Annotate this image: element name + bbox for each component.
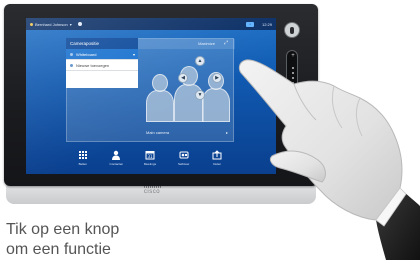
bottom-dock: Bellen Contacten 31 Meetings Selfview De…	[66, 146, 234, 170]
keypad-icon	[78, 150, 88, 160]
chevron-down-icon[interactable]: ▾	[70, 22, 72, 27]
dock-item-meetings[interactable]: 31 Meetings	[138, 150, 162, 166]
camera-icon	[179, 150, 189, 160]
dock-item-call[interactable]: Bellen	[71, 150, 95, 166]
person-silhouette	[152, 74, 168, 92]
status-bar: Bernhard Johnson ▾ ▪ 12:29	[26, 18, 276, 30]
contacts-icon	[111, 150, 121, 160]
pan-left-button[interactable]: ◀	[178, 73, 188, 83]
person-silhouette	[202, 88, 230, 122]
svg-text:31: 31	[147, 154, 153, 159]
camera-preview-people	[144, 54, 230, 124]
menu-item-whiteboard[interactable]: Whiteboard ▾	[66, 49, 138, 60]
person-silhouette	[146, 90, 174, 122]
dock-item-selfview[interactable]: Selfview	[172, 150, 196, 166]
illustration: cisco Bernhard Johnson ▾ ▪ 12:29 Selfvie…	[0, 0, 420, 260]
camera-source-label[interactable]: Main camera	[146, 130, 169, 135]
clock: 12:29	[261, 21, 272, 27]
dock-item-share[interactable]: Delen	[205, 150, 229, 166]
chevron-right-icon[interactable]: ▸	[226, 130, 228, 135]
cisco-logo: cisco	[143, 189, 161, 195]
pointing-hand-image	[238, 59, 420, 260]
menu-item-label: Nieuwe toevoegen	[76, 63, 110, 68]
share-icon	[212, 150, 222, 160]
add-icon	[70, 64, 73, 67]
mute-microphone-button[interactable]	[284, 22, 300, 38]
caption: Tik op een knop om een functie	[6, 220, 119, 260]
microphone-icon	[290, 26, 294, 34]
chevron-down-icon[interactable]: ▾	[133, 49, 135, 60]
call-status-icon[interactable]: ▪	[245, 21, 254, 27]
caption-line: Tik op een knop	[6, 221, 120, 238]
dock-label: Delen	[213, 162, 222, 166]
caption-line: om een functie	[6, 241, 111, 258]
pan-up-button[interactable]: ▲	[195, 56, 205, 66]
menu-item-label: Whiteboard	[76, 52, 97, 57]
user-name[interactable]: Bernhard Johnson	[35, 22, 68, 27]
camera-position-menu: Camerapositie Whiteboard ▾ Nieuwe toevoe…	[66, 38, 138, 88]
expand-icon[interactable]: ⤢	[224, 41, 229, 46]
menu-item-add-new[interactable]: Nieuwe toevoegen	[66, 60, 138, 71]
dock-label: Meetings	[143, 162, 157, 166]
do-not-disturb-icon[interactable]	[77, 22, 82, 26]
menu-header: Camerapositie	[66, 38, 138, 49]
dock-label: Selfview	[177, 162, 190, 166]
calendar-icon: 31	[145, 150, 155, 160]
bullet-icon	[70, 53, 73, 56]
maximize-label[interactable]: Maximize	[198, 39, 215, 49]
dock-item-contacts[interactable]: Contacten	[104, 150, 128, 166]
dock-label: Contacten	[109, 162, 124, 166]
dock-label: Bellen	[78, 162, 87, 166]
pan-down-button[interactable]: ▼	[195, 90, 205, 100]
pan-right-button[interactable]: ▶	[212, 73, 222, 83]
presence-icon	[30, 22, 33, 26]
